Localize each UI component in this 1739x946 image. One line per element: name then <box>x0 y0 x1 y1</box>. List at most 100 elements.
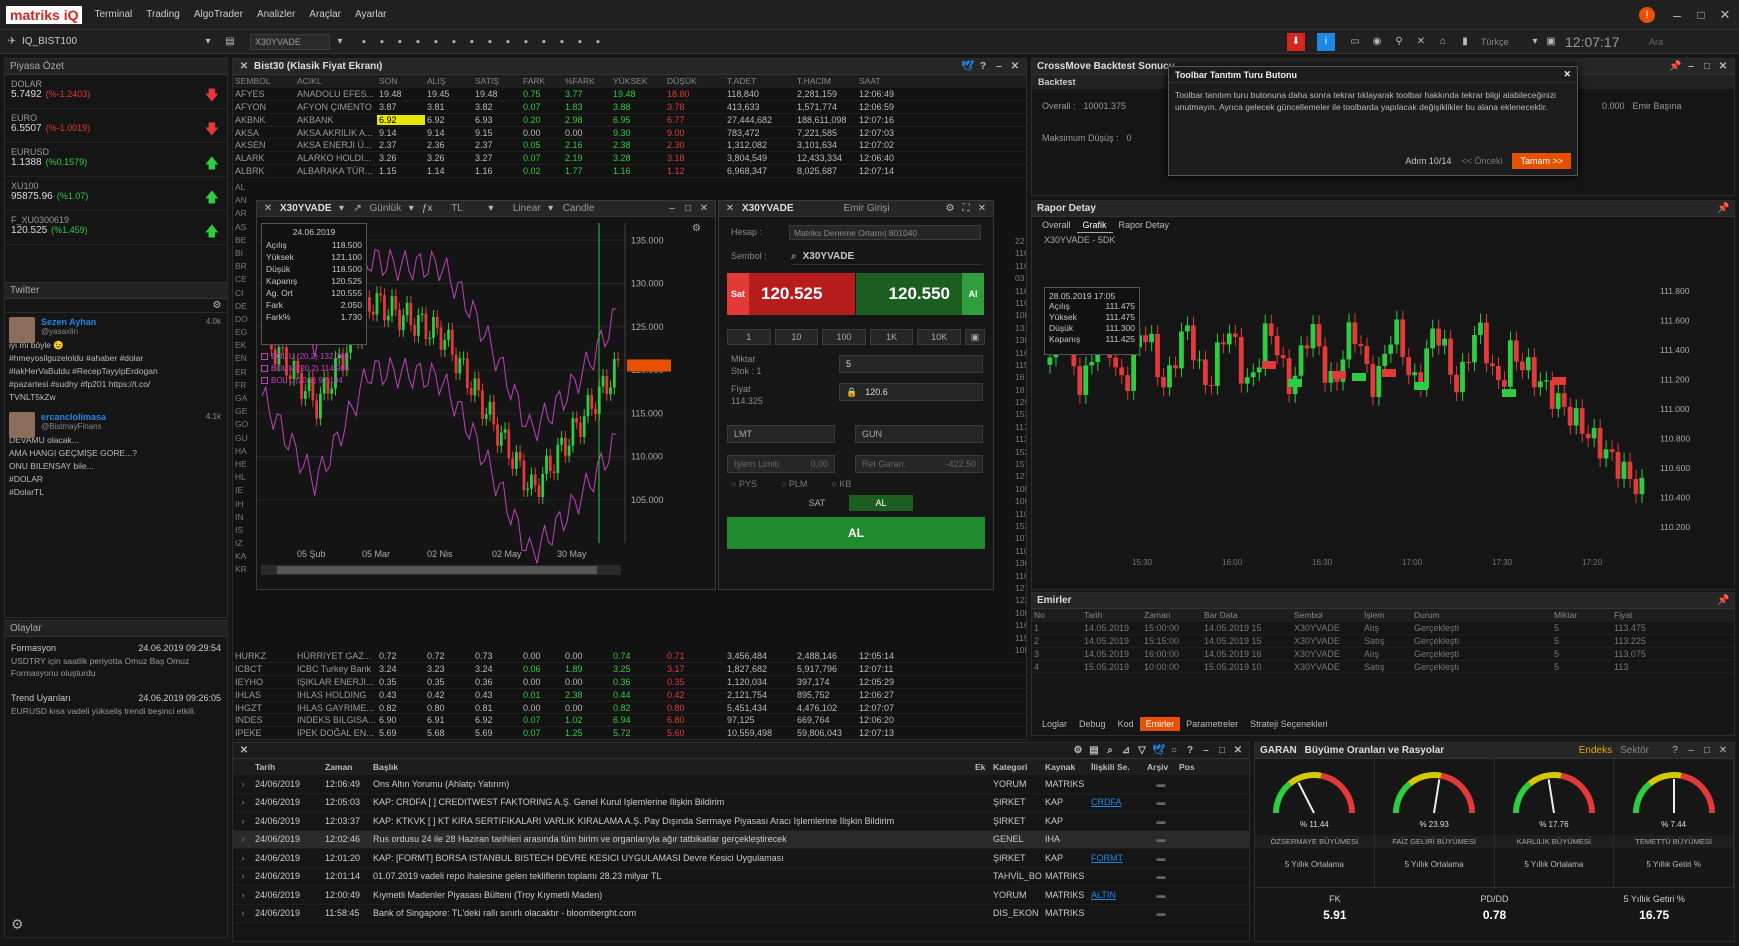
chart-icon[interactable]: ▪ <box>358 36 370 48</box>
layout-icon[interactable]: ▤ <box>224 36 236 47</box>
close-icon[interactable]: ✕ <box>1009 61 1021 72</box>
quick-qty-button[interactable]: 10K <box>917 329 961 345</box>
menu-item-0[interactable]: Terminal <box>94 9 132 20</box>
event-item[interactable]: Formasyon 24.06.2019 09:29:54 USDTRY için … <box>5 637 227 687</box>
column-header[interactable]: Tarih <box>253 762 323 772</box>
prev-button[interactable]: << Önceki <box>1461 156 1502 166</box>
checkbox-icon[interactable] <box>261 365 268 373</box>
quantity-input[interactable]: 5 <box>839 355 983 373</box>
screen-icon[interactable]: ▭ <box>1349 36 1361 47</box>
table-row[interactable]: INDES INDEKS BILGISA... 6.90 6.91 6.92 0.07 1.… <box>233 714 1026 728</box>
column-header[interactable]: SATIŞ <box>473 76 521 86</box>
mic-icon[interactable]: ▮ <box>1459 36 1471 47</box>
column-header[interactable]: Tarih <box>1082 610 1142 620</box>
settings-icon[interactable]: ⚙ <box>692 223 701 234</box>
quick-qty-button[interactable]: 1 <box>727 329 771 345</box>
column-header[interactable]: No <box>1032 610 1082 620</box>
maximize-icon[interactable]: □ <box>1216 745 1228 756</box>
help-icon[interactable]: ? <box>977 61 989 72</box>
minimize-icon[interactable]: – <box>666 203 678 214</box>
tour-icon[interactable]: ⌂ <box>1437 36 1449 47</box>
news-row[interactable]: › 24/06/2019 12:02:46 Rus ordusu 24 ile 28 … <box>233 830 1249 849</box>
column-header[interactable]: Zaman <box>323 762 371 772</box>
tab-sector[interactable]: Sektör <box>1620 745 1649 756</box>
column-header[interactable]: Kategori <box>991 762 1043 772</box>
globe-icon[interactable]: ▪ <box>520 36 532 48</box>
menu-item-1[interactable]: Trading <box>146 9 180 20</box>
news-row[interactable]: › 24/06/2019 12:00:49 Kıymetli Madenler Piy… <box>233 886 1249 905</box>
close-icon[interactable]: ✕ <box>724 203 736 214</box>
strategy-tab[interactable]: Kod <box>1112 717 1140 731</box>
column-header[interactable]: Miktar <box>1552 610 1612 620</box>
strategy-tab[interactable]: Loglar <box>1036 717 1073 731</box>
close-icon[interactable]: ✕ <box>238 61 250 72</box>
price-input[interactable]: 🔒 120.6 <box>839 383 983 401</box>
quick-qty-button[interactable]: 1K <box>869 329 914 345</box>
close-icon[interactable]: ✕ <box>1232 745 1244 756</box>
column-header[interactable]: İlişkili Se. <box>1089 762 1145 772</box>
column-header[interactable]: T.HACİM <box>795 76 857 86</box>
order-type-select[interactable]: LMT <box>727 425 835 443</box>
close-icon[interactable]: ✕ <box>238 745 250 756</box>
sell-button[interactable]: Sat 120.525 <box>727 273 855 315</box>
pin-icon[interactable]: 📌 <box>1717 203 1729 214</box>
column-header[interactable]: Zaman <box>1142 610 1202 620</box>
close-icon[interactable]: ✕ <box>698 203 710 214</box>
table-row[interactable]: AKSA AKSA AKRILIK A... 9.14 9.14 9.15 0.00 0.0… <box>233 127 1026 140</box>
column-header[interactable]: Bar Data <box>1202 610 1292 620</box>
table-row[interactable]: IHLAS IHLAS HOLDING 0.43 0.42 0.43 0.01 2.38 0.… <box>233 689 1026 702</box>
market-item[interactable]: F_XU0300619 120.525 (%1.459) 🡅 <box>5 211 227 245</box>
news-row[interactable]: › 24/06/2019 12:01:20 KAP: [FORMT] BORSA IS… <box>233 849 1249 868</box>
limit-field[interactable]: Işlem Limiti 0.00 <box>727 455 835 473</box>
table-row[interactable]: ICBCT ICBC Turkey Bank 3.24 3.23 3.24 0.06 1.8… <box>233 663 1026 676</box>
column-header[interactable]: Pos <box>1177 762 1217 772</box>
column-header[interactable]: ALIŞ <box>425 76 473 86</box>
pin-icon[interactable]: 📌 <box>1717 595 1729 606</box>
tick-icon[interactable]: ▪ <box>502 36 514 48</box>
column-header[interactable]: Arşiv <box>1145 762 1177 772</box>
expand-icon[interactable]: › <box>233 779 253 789</box>
expand-icon[interactable]: › <box>233 871 253 881</box>
currency-select[interactable]: TL <box>451 203 463 214</box>
minimize-icon[interactable]: – <box>1685 745 1697 756</box>
help-icon[interactable]: ? <box>1669 745 1681 756</box>
indicator-icon[interactable]: ƒx <box>421 203 433 214</box>
table-row[interactable]: ALARK ALARKO HOLDI... 3.26 3.26 3.27 0.07 2.19… <box>233 152 1026 166</box>
minimize-icon[interactable]: – <box>993 61 1005 72</box>
menu-item-5[interactable]: Ayarlar <box>355 9 387 20</box>
minimize-icon[interactable]: – <box>1200 745 1212 756</box>
table-row[interactable]: 1 14.05.2019 15:00:00 14.05.2019 15 X30YVADE… <box>1032 622 1734 635</box>
report-tab[interactable]: Rapor Detay <box>1113 218 1176 232</box>
chevron-down-icon[interactable]: ▾ <box>202 36 214 47</box>
column-header[interactable]: Sembol <box>1292 610 1362 620</box>
twitter-icon[interactable]: 🕊 <box>961 61 974 72</box>
tweet[interactable]: ercanclolimasa @BistmayFinans 4.1k DEVAMU o… <box>5 408 227 503</box>
minimize-icon[interactable]: – <box>1685 61 1697 72</box>
refresh-icon[interactable]: ○ <box>1168 745 1180 756</box>
maximize-button[interactable]: □ <box>1695 8 1707 22</box>
column-header[interactable]: ACIKL <box>295 76 377 86</box>
layout-icon[interactable]: ▤ <box>1088 745 1100 756</box>
table-icon[interactable]: ▪ <box>466 36 478 48</box>
column-header[interactable]: İşlem <box>1362 610 1412 620</box>
news-row[interactable]: › 24/06/2019 11:58:45 Bank of Singapore: TL… <box>233 905 1249 923</box>
settings-icon[interactable]: ▪ <box>592 36 604 48</box>
chevron-down-icon[interactable]: ▾ <box>336 203 348 214</box>
close-icon[interactable]: ✕ <box>1717 61 1729 72</box>
workspace-select[interactable]: IQ_BIST100 <box>18 36 198 47</box>
chart-style-select[interactable]: Candle <box>563 203 595 214</box>
column-header[interactable]: FARK <box>521 76 563 86</box>
chevron-down-icon[interactable]: ▾ <box>334 36 346 47</box>
column-header[interactable]: SON <box>377 76 425 86</box>
news-row[interactable]: › 24/06/2019 12:01:14 01.07.2019 vadeli rep… <box>233 868 1249 886</box>
settings-icon[interactable]: ⚙ <box>211 300 223 311</box>
search-icon[interactable]: ⌕ <box>1104 745 1116 756</box>
maximize-icon[interactable]: □ <box>1701 745 1713 756</box>
settings-icon[interactable]: ⚙ <box>944 203 956 214</box>
tools-icon[interactable]: ✕ <box>1415 36 1427 47</box>
tweet[interactable]: Sezen Ayhan @yasaxlin 4.0k iyi mi böyle 😉 #h… <box>5 313 227 408</box>
archive-icon[interactable]: ▬ <box>1145 816 1177 826</box>
info-icon[interactable]: i <box>1317 32 1335 51</box>
archive-icon[interactable]: ▬ <box>1145 779 1177 789</box>
column-header[interactable]: Ek <box>973 762 991 772</box>
